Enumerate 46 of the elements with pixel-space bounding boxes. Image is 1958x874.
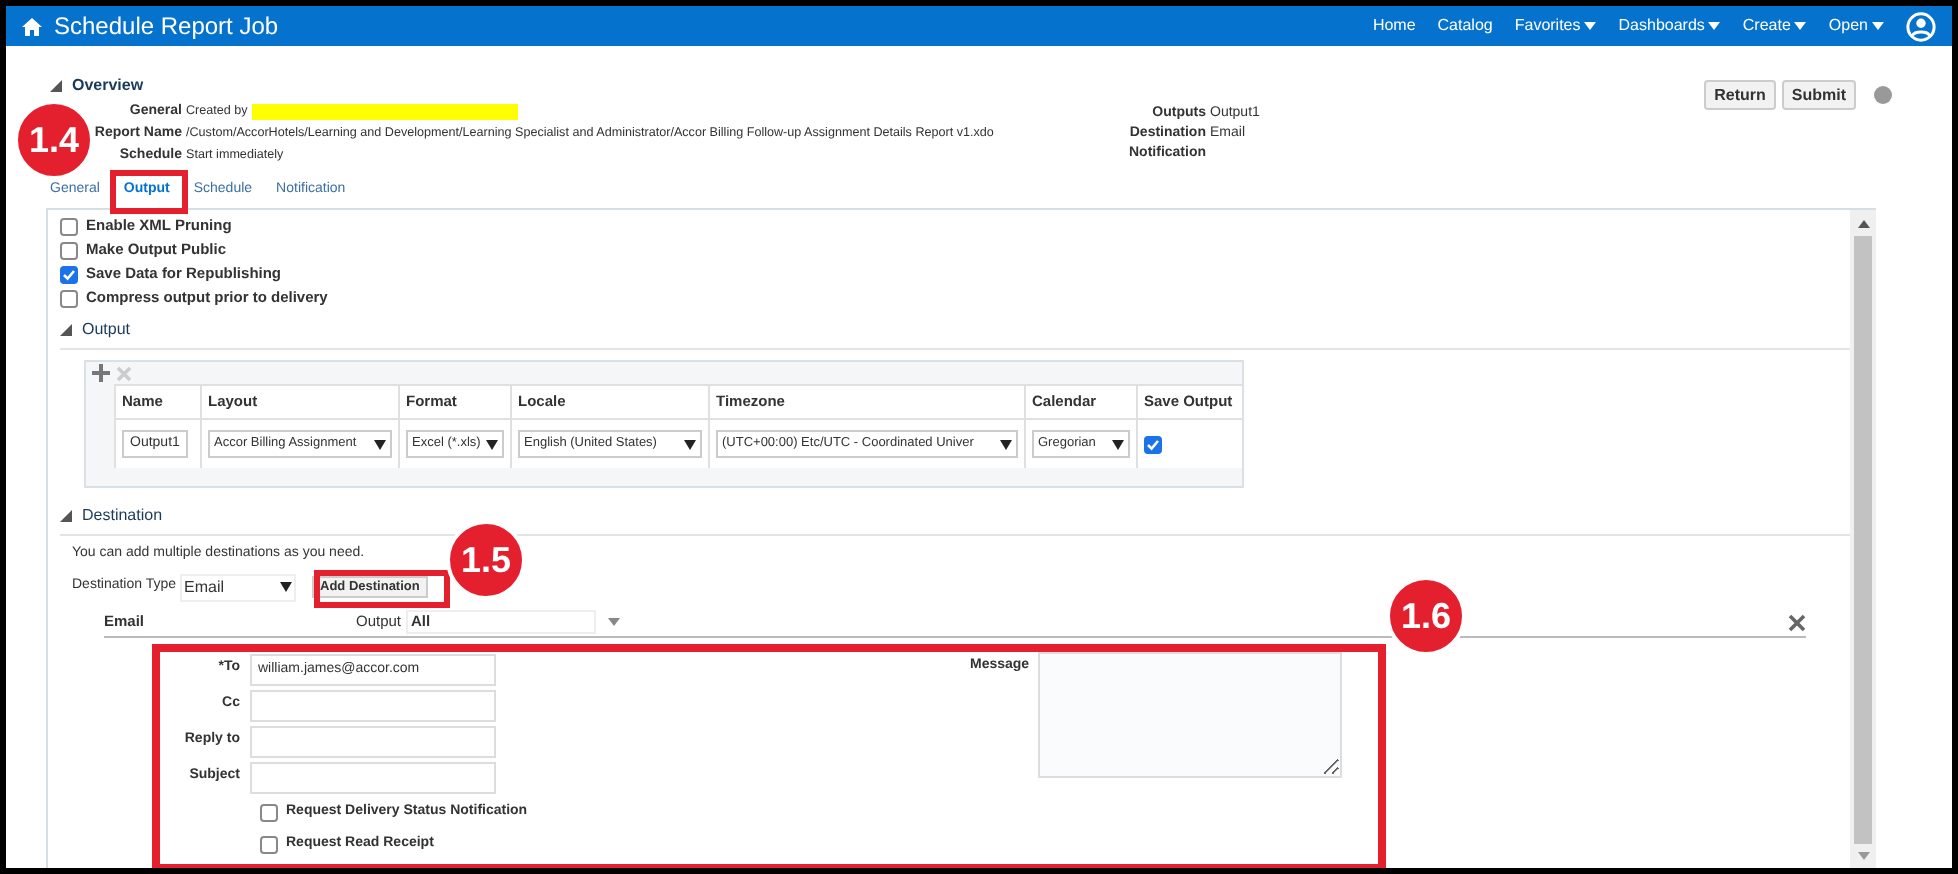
user-icon[interactable] — [1906, 11, 1936, 41]
collapse-icon[interactable] — [60, 324, 72, 336]
checkbox[interactable] — [260, 835, 278, 853]
page-title: Schedule Report Job — [54, 10, 279, 44]
caret-icon — [1112, 439, 1124, 449]
nav-link[interactable]: Favorites — [1514, 14, 1597, 38]
checkbox[interactable] — [60, 289, 78, 307]
nav-link[interactable]: Create — [1742, 14, 1807, 38]
input-field[interactable] — [250, 761, 496, 793]
collapse-icon[interactable] — [50, 80, 62, 92]
scroll-down-icon[interactable] — [1857, 852, 1869, 860]
caret-icon — [280, 582, 293, 592]
message-field[interactable] — [1037, 651, 1342, 777]
close-icon[interactable] — [1788, 613, 1806, 631]
home-icon[interactable] — [22, 17, 42, 35]
action-button[interactable]: Submit — [1781, 80, 1856, 110]
highlight-frame — [110, 170, 188, 214]
step-badge: 1.5 — [446, 520, 526, 600]
caret-icon — [684, 439, 696, 449]
input-field[interactable] — [250, 689, 496, 721]
nav-link[interactable]: Open — [1828, 14, 1884, 38]
nav-link[interactable]: Home — [1372, 14, 1416, 38]
checkbox[interactable] — [1144, 435, 1162, 453]
caret-icon — [374, 439, 386, 449]
caret-icon — [1000, 439, 1012, 449]
collapse-icon[interactable] — [60, 510, 72, 522]
checkbox[interactable] — [60, 217, 78, 235]
input-field[interactable] — [250, 725, 496, 757]
step-badge: 1.6 — [1386, 576, 1466, 656]
checkbox[interactable] — [60, 265, 78, 283]
section-title: Overview — [72, 74, 144, 98]
nav-link[interactable]: Catalog — [1437, 14, 1493, 38]
scroll-up-icon[interactable] — [1857, 220, 1869, 228]
caret-icon — [486, 439, 498, 449]
section-title: Destination — [82, 504, 163, 528]
step-badge: 1.4 — [14, 100, 94, 180]
highlight-frame — [314, 570, 450, 608]
action-button[interactable]: Return — [1704, 80, 1776, 110]
nav-link[interactable]: Dashboards — [1618, 14, 1721, 38]
checkbox[interactable] — [60, 241, 78, 259]
section-title: Output — [82, 318, 131, 342]
scrollbar[interactable] — [1850, 210, 1876, 868]
destination-type-select[interactable]: Email — [180, 573, 297, 601]
add-icon[interactable] — [92, 364, 110, 382]
caret-icon[interactable] — [607, 618, 620, 626]
checkbox[interactable] — [260, 803, 278, 821]
